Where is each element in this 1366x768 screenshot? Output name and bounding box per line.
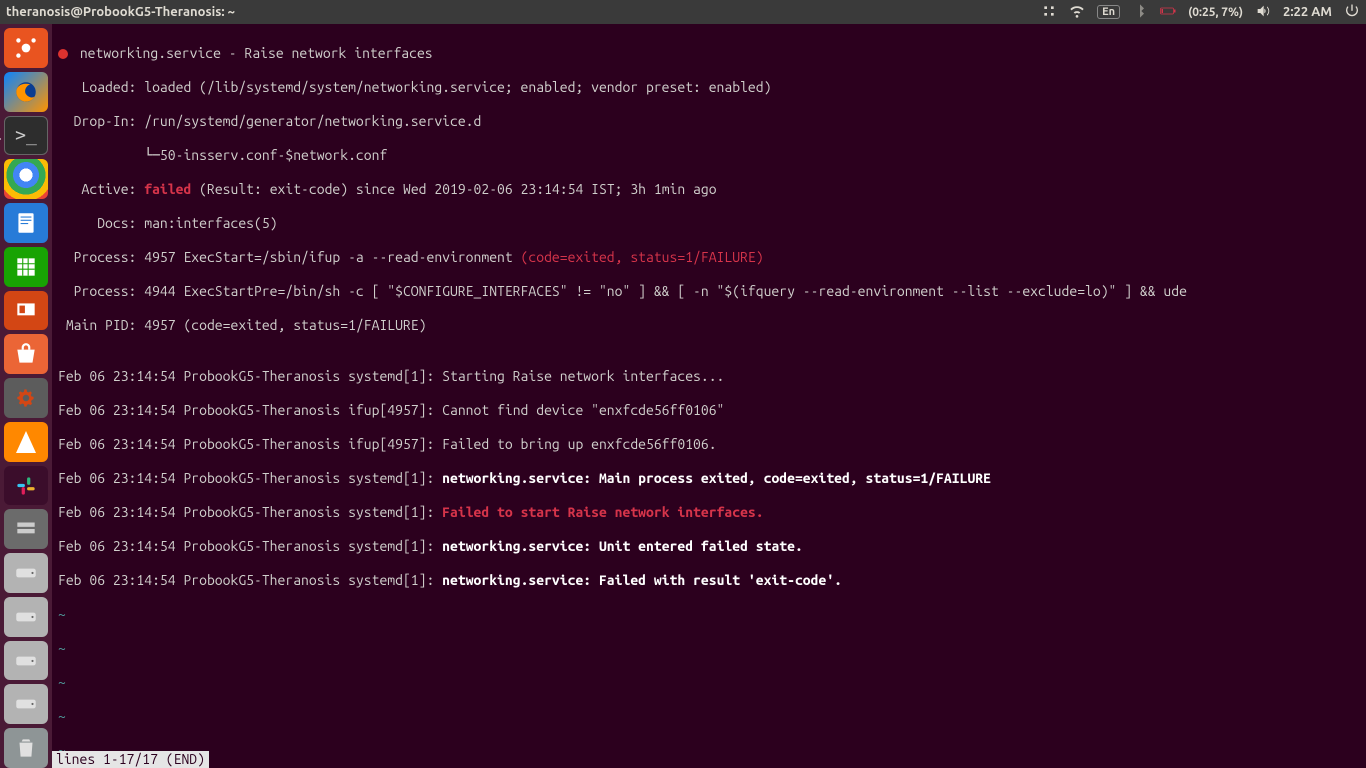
drive4-icon[interactable]: [4, 684, 48, 724]
term-tilde: ~: [58, 606, 1360, 623]
software-icon[interactable]: [4, 334, 48, 374]
term-line: Feb 06 23:14:54 ProbookG5-Theranosis sys…: [58, 470, 1360, 487]
volume-icon[interactable]: [1255, 3, 1271, 22]
clock[interactable]: 2:22 AM: [1283, 5, 1332, 19]
battery-icon[interactable]: [1160, 3, 1176, 22]
term-tilde: ~: [58, 742, 1360, 759]
terminal-viewport[interactable]: networking.service - Raise network inter…: [52, 24, 1366, 768]
wifi-icon[interactable]: [1069, 3, 1085, 22]
chrome-icon[interactable]: [4, 159, 48, 199]
term-line: └─50-insserv.conf-$network.conf: [58, 147, 1360, 164]
term-line: Docs: man:interfaces(5): [58, 215, 1360, 232]
window-title: theranosis@ProbookG5-Theranosis: ~: [6, 5, 235, 19]
term-tilde: ~: [58, 674, 1360, 691]
language-indicator[interactable]: En: [1097, 5, 1120, 19]
slack-indicator-icon[interactable]: [1041, 3, 1057, 22]
power-icon[interactable]: [1344, 3, 1360, 22]
vlc-icon[interactable]: [4, 422, 48, 462]
dash-icon[interactable]: [4, 28, 48, 68]
term-line: Process: 4957 ExecStart=/sbin/ifup -a --…: [58, 249, 1360, 266]
term-tilde: ~: [58, 708, 1360, 725]
term-line: Main PID: 4957 (code=exited, status=1/FA…: [58, 317, 1360, 334]
menubar: theranosis@ProbookG5-Theranosis: ~ En (0…: [0, 0, 1366, 24]
battery-text: (0:25, 7%): [1188, 6, 1243, 19]
impress-icon[interactable]: [4, 291, 48, 331]
settings-icon[interactable]: [4, 378, 48, 418]
term-line: Active: failed (Result: exit-code) since…: [58, 181, 1360, 198]
trash-icon[interactable]: [4, 728, 48, 768]
term-line: Feb 06 23:14:54 ProbookG5-Theranosis sys…: [58, 572, 1360, 589]
writer-icon[interactable]: [4, 203, 48, 243]
term-line: Feb 06 23:14:54 ProbookG5-Theranosis sys…: [58, 504, 1360, 521]
calc-icon[interactable]: [4, 247, 48, 287]
term-line: Feb 06 23:14:54 ProbookG5-Theranosis ifu…: [58, 436, 1360, 453]
drive2-icon[interactable]: [4, 597, 48, 637]
bluetooth-icon[interactable]: [1132, 3, 1148, 22]
firefox-icon[interactable]: [4, 72, 48, 112]
term-line: networking.service - Raise network inter…: [58, 45, 1360, 62]
term-line: Loaded: loaded (/lib/systemd/system/netw…: [58, 79, 1360, 96]
slack-icon[interactable]: [4, 466, 48, 506]
unity-launcher: >_: [0, 24, 52, 768]
term-line: Feb 06 23:14:54 ProbookG5-Theranosis sys…: [58, 368, 1360, 385]
term-tilde: ~: [58, 640, 1360, 657]
term-line: Drop-In: /run/systemd/generator/networki…: [58, 113, 1360, 130]
files-icon[interactable]: [4, 509, 48, 549]
term-line: Process: 4944 ExecStartPre=/bin/sh -c [ …: [58, 283, 1360, 300]
term-line: Feb 06 23:14:54 ProbookG5-Theranosis ifu…: [58, 402, 1360, 419]
term-line: Feb 06 23:14:54 ProbookG5-Theranosis sys…: [58, 538, 1360, 555]
drive3-icon[interactable]: [4, 641, 48, 681]
pager-status: lines 1-17/17 (END): [52, 751, 209, 768]
terminal-icon[interactable]: >_: [4, 116, 48, 156]
drive-icon[interactable]: [4, 553, 48, 593]
